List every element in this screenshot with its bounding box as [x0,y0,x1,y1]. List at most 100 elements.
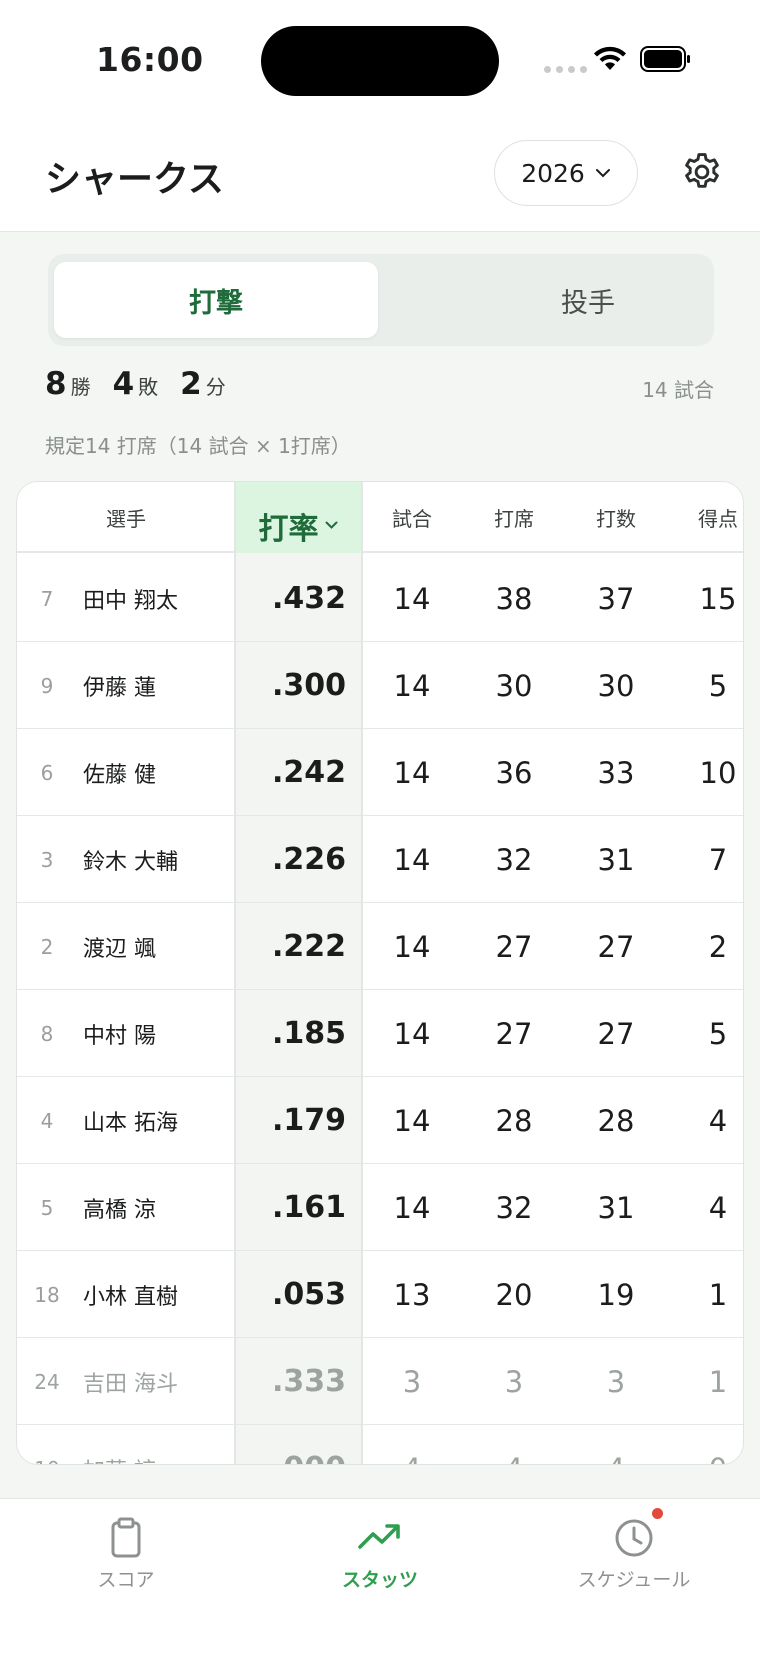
header-runs[interactable]: 得点 [667,482,743,553]
player-number: 18 [34,1282,60,1307]
player-number: 5 [40,1195,54,1220]
runs: 0 [667,1425,743,1465]
status-time: 16:00 [96,40,204,79]
player-name: 小林 直樹 [83,1284,178,1310]
batting-avg: .300 [271,668,346,703]
qualify-note: 規定14 打席（14 試合 × 1打席） [45,434,351,458]
tab-stats[interactable]: スタッツ [280,1517,480,1592]
player-name: 高橋 涼 [83,1197,156,1223]
at-bats: 27 [597,929,635,964]
header-pa[interactable]: 打席 [463,482,565,553]
wins-value: 8 [45,366,67,402]
cellular-signal-icon [544,66,587,73]
runs: 7 [708,842,728,877]
status-bar: 16:00 [0,0,760,120]
header-player[interactable]: 選手 [17,482,235,553]
table-row[interactable]: 2 渡辺 颯 .222 14 27 27 2 [17,903,743,990]
player-name: 佐藤 健 [83,762,156,788]
runs: 5 [708,668,728,703]
year-select[interactable]: 2026 [494,140,638,206]
table-header: 選手 打率 試合 打席 打数 得点 [17,482,743,553]
plate-appearances: 27 [495,1016,533,1051]
tab-score-label: スコア [97,1569,155,1591]
games-played: 4 [361,1425,463,1465]
chevron-down-icon [595,169,610,178]
batting-avg: .161 [271,1190,346,1225]
trend-up-icon [358,1524,400,1549]
player-name: 加藤 諒 [83,1425,233,1465]
tab-schedule[interactable]: スケジュール [534,1517,734,1592]
batting-avg: .226 [271,842,346,877]
at-bats: 30 [597,668,635,703]
player-number: 6 [40,760,54,785]
games-played: 3 [402,1364,422,1399]
plate-appearances: 20 [495,1277,533,1312]
player-number: 2 [40,934,54,959]
plate-appearances: 32 [495,1190,533,1225]
table-row[interactable]: 4 山本 拓海 .179 14 28 28 4 [17,1077,743,1164]
gear-icon[interactable] [680,150,724,194]
losses-unit: 敗 [138,375,159,399]
games-played: 14 [393,755,431,790]
tab-score[interactable]: スコア [26,1517,226,1592]
draws-value: 2 [180,366,202,402]
table-row[interactable]: 18 小林 直樹 .053 13 20 19 1 [17,1251,743,1338]
games-played: 14 [393,1016,431,1051]
games-played: 14 [393,842,431,877]
batting-avg: .000 [235,1425,346,1464]
table-row[interactable]: 9 伊藤 蓮 .300 14 30 30 5 [17,642,743,729]
runs: 5 [708,1016,728,1051]
table-row[interactable]: 24 吉田 海斗 .333 3 3 3 1 [17,1338,743,1425]
plate-appearances: 3 [504,1364,524,1399]
year-value: 2026 [521,158,585,188]
team-name: シャークス [45,159,224,200]
wins-unit: 勝 [70,375,91,399]
player-number: 4 [40,1108,54,1133]
losses-value: 4 [112,366,135,402]
plate-appearances: 38 [495,581,533,616]
bottom-tab-bar: スコア スタッツ スケジュール [0,1498,760,1653]
player-name: 田中 翔太 [83,588,178,614]
batting-avg: .179 [271,1103,346,1138]
plate-appearances: 4 [463,1425,565,1465]
plate-appearances: 27 [495,929,533,964]
table-row[interactable]: 7 田中 翔太 .432 14 38 37 15 [17,555,743,642]
table-row[interactable]: 6 佐藤 健 .242 14 36 33 10 [17,729,743,816]
player-number: 8 [40,1021,54,1046]
player-number: 9 [40,673,54,698]
batting-avg: .242 [271,755,346,790]
player-name: 中村 陽 [83,1023,156,1049]
runs: 2 [708,929,728,964]
tab-pitching[interactable]: 投手 [426,262,750,338]
batting-avg: .185 [271,1016,346,1051]
games-played: 14 [393,1190,431,1225]
header-avg-label: 打率 [258,511,319,547]
draws-unit: 分 [205,375,226,399]
tab-batting[interactable]: 打撃 [54,262,378,338]
games-played: 14 [393,668,431,703]
at-bats: 27 [597,1016,635,1051]
battery-icon [640,46,690,72]
table-row[interactable]: 8 中村 陽 .185 14 27 27 5 [17,990,743,1077]
table-row[interactable]: 10加藤 諒.0004440 [17,1425,743,1465]
player-name: 鈴木 大輔 [83,849,178,875]
header-avg[interactable]: 打率 [235,482,361,569]
team-record: 8勝 4敗 2分 [45,366,248,402]
runs: 1 [708,1277,728,1312]
app-header: シャークス 2026 [0,120,760,232]
batting-avg: .222 [271,929,346,964]
header-ab[interactable]: 打数 [565,482,667,553]
table-row[interactable]: 3 鈴木 大輔 .226 14 32 31 7 [17,816,743,903]
player-number: 3 [40,847,54,872]
header-games[interactable]: 試合 [361,482,463,553]
at-bats: 3 [606,1364,626,1399]
plate-appearances: 32 [495,842,533,877]
at-bats: 19 [597,1277,635,1312]
runs: 1 [708,1364,728,1399]
at-bats: 33 [597,755,635,790]
table-row[interactable]: 5 高橋 涼 .161 14 32 31 4 [17,1164,743,1251]
plate-appearances: 36 [495,755,533,790]
batting-stats-table[interactable]: 7 田中 翔太 .432 14 38 37 15 9 伊藤 蓮 .300 14 30 30 5 6 佐藤 健.… [16,481,744,1465]
player-number: 10 [17,1425,77,1465]
games-played: 14 [393,1103,431,1138]
